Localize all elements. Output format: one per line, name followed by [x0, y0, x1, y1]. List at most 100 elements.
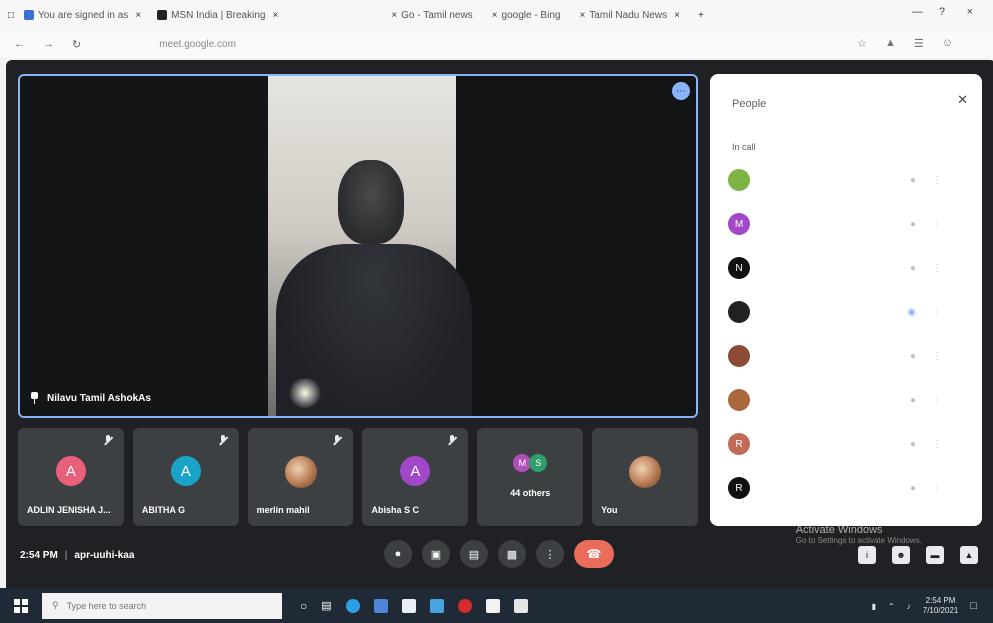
notifications-icon[interactable]: □ — [970, 600, 977, 612]
more-options-icon[interactable]: ⋮ — [932, 483, 942, 494]
end-call-icon[interactable]: ☎ — [574, 540, 614, 568]
screen: □ You are signed in as × MSN India | Bre… — [0, 0, 993, 623]
close-icon[interactable]: ✕ — [957, 92, 968, 108]
collections-icon[interactable]: ☰ — [914, 37, 924, 50]
taskbar-search-input[interactable]: ⚲ Type here to search — [42, 592, 282, 619]
browser-toolbar-icons: ☆ ▲ ☰ ☺ — [857, 37, 953, 50]
minimize-icon[interactable]: — — [912, 6, 923, 18]
mic-icon[interactable]: ● — [384, 540, 412, 568]
mic-icon: ● — [909, 262, 916, 274]
mic-icon: ● — [909, 218, 916, 230]
person-row[interactable]: ● ⋮ — [728, 386, 976, 414]
avatar — [728, 389, 750, 411]
back-icon[interactable]: ← — [14, 38, 25, 50]
chat-icon[interactable]: ▬ — [926, 546, 944, 564]
edge-icon[interactable] — [345, 598, 360, 613]
close-window-icon[interactable]: × — [967, 6, 973, 18]
chevron-up-icon[interactable]: ⌃ — [888, 602, 895, 611]
mic-icon: ● — [909, 394, 916, 406]
close-tab-icon[interactable]: × — [272, 10, 278, 21]
forward-icon[interactable]: → — [43, 38, 54, 50]
more-options-icon[interactable]: ⋮ — [932, 307, 942, 318]
task-view-icon[interactable]: ▤ — [321, 599, 331, 612]
call-controls: ● ▣ ▤ ▩ ⋮ ☎ — [384, 540, 614, 568]
profile-icon[interactable]: ☺ — [942, 37, 953, 50]
more-options-icon[interactable]: ⋮ — [932, 175, 942, 186]
avatar: A — [55, 456, 86, 486]
tab-actions-icon[interactable]: □ — [8, 10, 14, 21]
participant-tile[interactable]: A Abisha S C — [362, 428, 469, 526]
close-tab-icon[interactable]: × — [391, 10, 397, 21]
taskbar-app-icon[interactable] — [373, 598, 388, 613]
person-row[interactable]: N ● ⋮ — [728, 254, 976, 282]
more-options-icon[interactable]: ⋮ — [932, 439, 942, 450]
browser-tab[interactable] — [288, 4, 378, 26]
battery-icon[interactable]: ▮ — [872, 602, 876, 611]
person-row[interactable]: ● ⋮ — [728, 166, 976, 194]
taskbar-app-icon[interactable] — [485, 598, 500, 613]
participant-tile[interactable]: merlin mahil — [247, 428, 354, 526]
browser-tab[interactable]: × google - Bing — [483, 4, 567, 26]
url-field[interactable]: meet.google.com — [159, 39, 236, 50]
main-speaker-tile[interactable]: ⋯ Nilavu Tamil AshokAs — [18, 74, 698, 418]
store-icon[interactable] — [401, 598, 416, 613]
file-explorer-icon[interactable] — [429, 598, 444, 613]
clock-time: 2:54 PM — [925, 596, 956, 605]
tab-title: MSN India | Breaking — [171, 9, 266, 21]
participant-name: ABITHA G — [141, 505, 185, 515]
present-icon[interactable]: ▩ — [498, 540, 526, 568]
avatar-photo — [629, 456, 662, 488]
participant-tile[interactable]: A ADLIN JENISHA J... — [18, 428, 124, 526]
mic-icon: ● — [909, 350, 916, 362]
browser-tab[interactable]: × Go - Tamil news — [382, 4, 478, 26]
pin-icon[interactable] — [30, 392, 39, 404]
cortana-icon[interactable]: ○ — [300, 599, 307, 613]
browser-tab-bar: □ You are signed in as × MSN India | Bre… — [0, 0, 993, 30]
meeting-info: 2:54 PM | apr-uuhi-kaa — [20, 550, 134, 561]
panel-title: People — [732, 98, 767, 110]
close-tab-icon[interactable]: × — [674, 10, 680, 21]
windows-start-icon[interactable] — [14, 598, 28, 613]
more-icon[interactable]: ⋮ — [536, 540, 564, 568]
taskbar-app-icon[interactable] — [513, 598, 528, 613]
person-row[interactable]: ● ⋮ — [728, 342, 976, 370]
others-tile[interactable]: M S 44 others — [477, 428, 584, 526]
self-tile[interactable]: You — [592, 428, 698, 526]
more-options-icon[interactable]: ⋮ — [932, 395, 942, 406]
person-row[interactable]: R ● ⋮ — [728, 430, 976, 458]
person-row[interactable]: ◉ ⋮ — [728, 298, 976, 326]
close-tab-icon[interactable]: × — [579, 10, 585, 21]
close-tab-icon[interactable]: × — [492, 10, 498, 21]
refresh-icon[interactable]: ↻ — [72, 38, 81, 51]
participant-tile[interactable]: A ABITHA G — [132, 428, 239, 526]
close-tab-icon[interactable]: × — [135, 10, 141, 21]
address-bar: ← → ↻ meet.google.com ☆ ▲ ☰ ☺ — [0, 30, 993, 58]
star-icon[interactable]: ☆ — [857, 37, 867, 50]
tab-title: google - Bing — [501, 9, 561, 21]
info-icon[interactable]: i — [858, 546, 876, 564]
taskbar-clock[interactable]: 2:54 PM 7/10/2021 — [923, 596, 959, 616]
people-panel: People ✕ In call ● ⋮ M ● ⋮ N ● ⋮ ◉ ⋮ ● ⋮… — [710, 74, 982, 526]
people-icon[interactable]: ☻ — [892, 546, 910, 564]
new-tab-icon[interactable]: + — [698, 10, 704, 21]
captions-icon[interactable]: ▤ — [460, 540, 488, 568]
extensions-icon[interactable]: ▲ — [885, 37, 896, 50]
person-row[interactable]: M ● ⋮ — [728, 210, 976, 238]
more-options-icon[interactable]: ⋮ — [932, 219, 942, 230]
participant-name: Abisha S C — [371, 505, 419, 515]
camera-icon[interactable]: ▣ — [422, 540, 450, 568]
browser-tab[interactable]: You are signed in as × — [18, 4, 147, 26]
more-options-icon[interactable]: ⋮ — [932, 351, 942, 362]
volume-icon[interactable]: ♪ — [907, 602, 911, 611]
help-icon[interactable]: ? — [939, 6, 945, 18]
browser-tab[interactable]: MSN India | Breaking × — [151, 4, 284, 26]
activities-icon[interactable]: ▲ — [960, 546, 978, 564]
tab-title: Go - Tamil news — [401, 9, 473, 21]
meeting-time: 2:54 PM — [20, 550, 58, 561]
avatar: M — [728, 213, 750, 235]
light-glare — [288, 378, 322, 408]
person-row[interactable]: R ● ⋮ — [728, 474, 976, 502]
more-options-icon[interactable]: ⋮ — [932, 263, 942, 274]
browser-tab[interactable]: × Tamil Nadu News × — [570, 4, 686, 26]
opera-icon[interactable] — [457, 598, 472, 613]
